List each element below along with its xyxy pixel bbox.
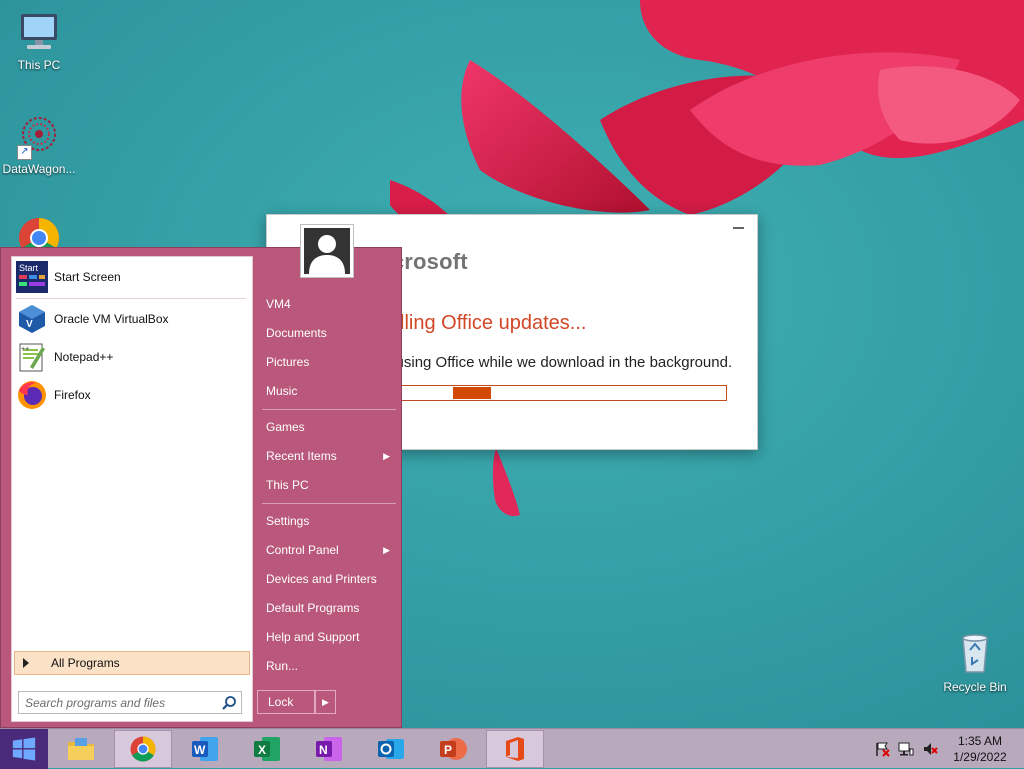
- program-notepad-plus-plus[interactable]: ++ Notepad++: [14, 339, 250, 375]
- virtualbox-icon: V: [16, 303, 48, 335]
- taskbar-powerpoint[interactable]: P: [424, 730, 482, 768]
- user-icon: [309, 235, 345, 274]
- taskbar-word[interactable]: W: [176, 730, 234, 768]
- recycle-bin-icon: [962, 634, 988, 673]
- taskbar-clock[interactable]: 1:35 AM 1/29/2022: [944, 733, 1016, 765]
- outlook-icon: [378, 739, 404, 759]
- taskbar-office[interactable]: [486, 730, 544, 768]
- submenu-arrow-icon: ▶: [383, 545, 390, 555]
- taskbar-onenote[interactable]: N: [300, 730, 358, 768]
- word-icon: W: [192, 737, 218, 761]
- search-icon[interactable]: [221, 695, 237, 711]
- start-link-devices-and-printers[interactable]: Devices and Printers: [258, 566, 398, 592]
- svg-text:++: ++: [21, 346, 29, 353]
- submenu-arrow-icon: ▶: [383, 451, 390, 461]
- svg-text:X: X: [258, 743, 266, 757]
- start-link-documents[interactable]: Documents: [258, 320, 398, 346]
- shortcut-arrow-icon: ↗: [17, 145, 32, 160]
- windows-logo-icon: [12, 737, 36, 761]
- taskbar-chrome[interactable]: [114, 730, 172, 768]
- svg-text:Start: Start: [19, 263, 39, 273]
- start-menu-programs-pane: Start Start Screen V Oracle VM VirtualBo…: [11, 256, 253, 722]
- power-options-arrow-button[interactable]: ▶: [315, 690, 336, 714]
- expand-arrow-icon: [23, 658, 29, 668]
- start-link-this-pc[interactable]: This PC: [258, 472, 398, 498]
- program-firefox[interactable]: Firefox: [14, 377, 250, 413]
- start-link-vm4[interactable]: VM4: [258, 291, 398, 317]
- desktop-icon-this-pc[interactable]: This PC: [1, 8, 77, 72]
- svg-text:V: V: [26, 319, 33, 330]
- desktop-icon-recycle-bin[interactable]: Recycle Bin: [937, 630, 1013, 694]
- taskbar-excel[interactable]: X: [238, 730, 296, 768]
- desktop-icon-datawagon[interactable]: ↗ DataWagon...: [1, 112, 77, 176]
- firefox-icon: [16, 379, 48, 411]
- user-account-picture[interactable]: [300, 224, 354, 278]
- program-virtualbox[interactable]: V Oracle VM VirtualBox: [14, 301, 250, 337]
- programs-divider: [16, 298, 246, 299]
- office-icon: [506, 737, 524, 761]
- notepad-plus-plus-icon: ++: [16, 341, 48, 373]
- powerpoint-icon: P: [440, 738, 467, 760]
- clock-time: 1:35 AM: [957, 734, 1003, 748]
- lock-button[interactable]: Lock: [257, 690, 315, 714]
- start-link-pictures[interactable]: Pictures: [258, 349, 398, 375]
- svg-text:P: P: [444, 743, 452, 757]
- excel-icon: X: [254, 737, 280, 761]
- start-link-default-programs[interactable]: Default Programs: [258, 595, 398, 621]
- svg-text:N: N: [319, 743, 328, 757]
- program-start-screen[interactable]: Start Start Screen: [14, 259, 250, 295]
- volume-muted-icon[interactable]: [922, 741, 938, 757]
- svg-text:W: W: [194, 743, 206, 757]
- start-links-divider: [262, 503, 396, 504]
- start-button[interactable]: [0, 729, 48, 769]
- start-link-recent-items[interactable]: Recent Items ▶: [258, 443, 398, 469]
- search-input[interactable]: [19, 692, 221, 713]
- action-center-flag-icon[interactable]: [874, 741, 890, 757]
- start-link-control-panel[interactable]: Control Panel ▶: [258, 537, 398, 563]
- start-link-music[interactable]: Music: [258, 378, 398, 404]
- chrome-icon: [130, 736, 156, 762]
- start-links-divider: [262, 409, 396, 410]
- all-programs-button[interactable]: All Programs: [14, 651, 250, 675]
- start-link-help-and-support[interactable]: Help and Support: [258, 624, 398, 650]
- taskbar: W X N P: [0, 728, 1024, 769]
- clock-date: 1/29/2022: [953, 750, 1007, 764]
- start-screen-icon: Start: [16, 261, 48, 293]
- network-icon[interactable]: [898, 741, 914, 757]
- file-explorer-icon: [68, 738, 94, 760]
- taskbar-file-explorer[interactable]: [52, 730, 110, 768]
- onenote-icon: N: [316, 737, 342, 761]
- computer-icon: [21, 14, 57, 49]
- progress-bar-fill: [453, 387, 491, 399]
- minimize-button[interactable]: [733, 221, 745, 233]
- start-search-box: [18, 691, 242, 714]
- start-link-games[interactable]: Games: [258, 414, 398, 440]
- taskbar-outlook[interactable]: [362, 730, 420, 768]
- start-link-run[interactable]: Run...: [258, 653, 398, 679]
- start-link-settings[interactable]: Settings: [258, 508, 398, 534]
